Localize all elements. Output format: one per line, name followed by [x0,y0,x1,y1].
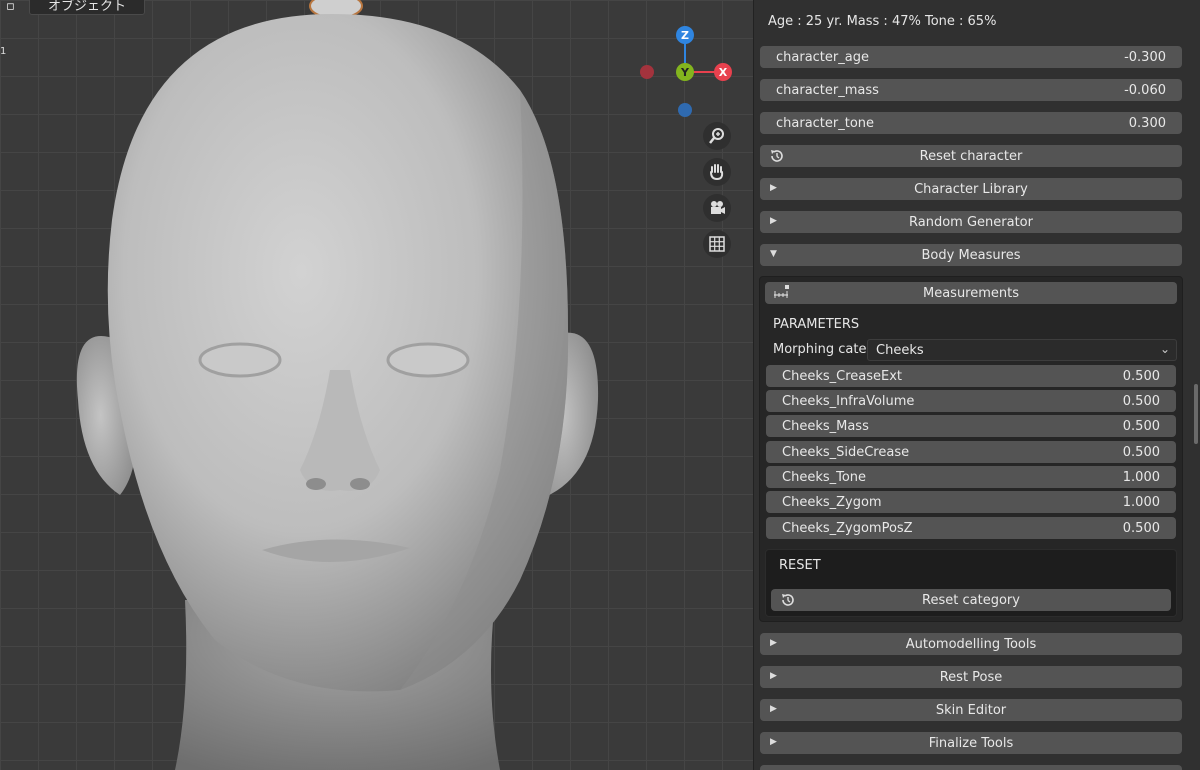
param-value: 0.500 [1122,393,1160,409]
field-value: -0.300 [1124,49,1166,65]
gizmo-x[interactable]: X [714,63,732,81]
param-slider-cheeks-infravolume[interactable]: Cheeks_InfraVolume 0.500 [766,390,1176,412]
section-label: Automodelling Tools [905,636,1037,652]
reset-history-icon [768,147,786,169]
measurements-button[interactable]: Measurements [765,282,1177,304]
reset-category-button[interactable]: Reset category [771,589,1171,611]
3d-viewport[interactable]: ▫ オブジェクト 1 Z Y X [0,0,753,770]
morphing-category-label: Morphing cate.. [773,342,875,357]
section-label: Character Library [914,181,1028,197]
section-skin-editor[interactable]: ▶ Skin Editor [760,699,1182,721]
chevron-down-icon: ⌄ [1159,342,1170,356]
camera-button[interactable] [703,194,731,222]
expand-arrow-icon: ▶ [770,704,777,714]
character-mass-slider[interactable]: character_mass -0.060 [760,79,1182,101]
param-value: 0.500 [1122,368,1160,384]
param-label: Cheeks_Zygom [782,494,882,510]
next-section-partial[interactable] [760,765,1182,770]
section-label: Body Measures [921,247,1021,263]
camera-icon [711,201,725,214]
param-slider-cheeks-mass[interactable]: Cheeks_Mass 0.500 [766,415,1176,437]
param-label: Cheeks_CreaseExt [782,368,902,384]
collapse-arrow-icon: ▼ [770,249,777,259]
hand-pan-icon [710,164,724,181]
param-label: Cheeks_InfraVolume [782,393,915,409]
button-label: Reset category [922,592,1020,608]
ortho-grid-button[interactable] [703,230,731,258]
gizmo-neg-z[interactable] [678,103,692,117]
dropdown-value: Cheeks [876,342,924,358]
param-value: 0.500 [1122,520,1160,536]
right-nostril [350,478,370,490]
panel-scrollbar[interactable] [1194,384,1198,444]
gizmo-y[interactable]: Y [676,63,694,81]
param-label: Cheeks_ZygomPosZ [782,520,913,536]
param-label: Cheeks_SideCrease [782,444,910,460]
grid-icon [709,236,725,252]
param-label: Cheeks_Mass [782,418,869,434]
param-slider-cheeks-creaseext[interactable]: Cheeks_CreaseExt 0.500 [766,365,1176,387]
left-eye [198,342,282,378]
gizmo-z[interactable]: Z [676,26,694,44]
reset-character-button[interactable]: Reset character [760,145,1182,167]
left-nostril [306,478,326,490]
expand-arrow-icon: ▶ [770,183,777,193]
field-label: character_tone [776,115,875,131]
navigation-gizmo[interactable]: Z Y X [630,22,740,132]
section-automodelling-tools[interactable]: ▶ Automodelling Tools [760,633,1182,655]
ruler-icon [773,285,791,303]
expand-arrow-icon: ▶ [770,671,777,681]
field-label: character_age [776,49,869,65]
expand-arrow-icon: ▶ [770,737,777,747]
field-value: 0.300 [1128,115,1166,131]
section-label: Finalize Tools [928,735,1014,751]
section-label: Skin Editor [935,702,1007,718]
section-rest-pose[interactable]: ▶ Rest Pose [760,666,1182,688]
character-tone-slider[interactable]: character_tone 0.300 [760,112,1182,134]
section-label: Rest Pose [939,669,1003,685]
character-age-slider[interactable]: character_age -0.300 [760,46,1182,68]
expand-arrow-icon: ▶ [770,216,777,226]
section-finalize-tools[interactable]: ▶ Finalize Tools [760,732,1182,754]
section-character-library[interactable]: ▶ Character Library [760,178,1182,200]
gizmo-neg-x[interactable] [640,65,654,79]
parameters-heading: PARAMETERS [773,317,860,332]
param-value: 0.500 [1122,444,1160,460]
pan-button[interactable] [703,158,731,186]
section-random-generator[interactable]: ▶ Random Generator [760,211,1182,233]
character-info: Age : 25 yr. Mass : 47% Tone : 65% [768,14,997,29]
param-slider-cheeks-tone[interactable]: Cheeks_Tone 1.000 [766,466,1176,488]
expand-arrow-icon: ▶ [770,638,777,648]
reset-history-icon [779,591,797,613]
param-slider-cheeks-zygom[interactable]: Cheeks_Zygom 1.000 [766,491,1176,513]
param-value: 1.000 [1122,469,1160,485]
morphing-category-dropdown[interactable]: Cheeks ⌄ [867,339,1177,361]
button-label: Reset character [919,148,1023,164]
zoom-icon [709,128,724,144]
section-label: Random Generator [909,214,1033,230]
zoom-button[interactable] [703,122,731,150]
button-label: Measurements [922,285,1020,301]
field-value: -0.060 [1124,82,1166,98]
param-value: 1.000 [1122,494,1160,510]
param-slider-cheeks-zygomposz[interactable]: Cheeks_ZygomPosZ 0.500 [766,517,1176,539]
right-eye [386,342,470,378]
param-label: Cheeks_Tone [782,469,867,485]
section-body-measures[interactable]: ▼ Body Measures [760,244,1182,266]
field-label: character_mass [776,82,879,98]
param-slider-cheeks-sidecrease[interactable]: Cheeks_SideCrease 0.500 [766,441,1176,463]
reset-heading: RESET [779,558,821,573]
param-value: 0.500 [1122,418,1160,434]
